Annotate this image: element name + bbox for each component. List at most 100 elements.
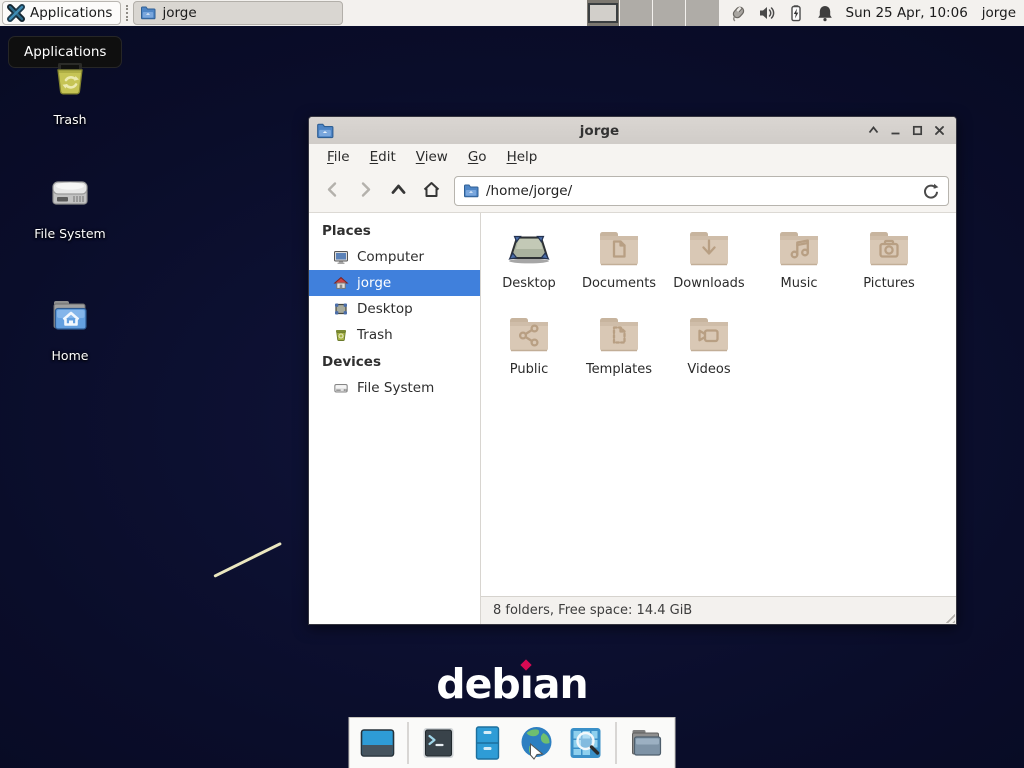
terminal-icon (420, 724, 458, 762)
file-view[interactable]: DesktopDocumentsDownloadsMusicPictures Pu… (481, 213, 956, 596)
music-folder-icon (775, 224, 823, 272)
window-folder-icon (316, 122, 334, 140)
applications-menu-button[interactable]: Applications (2, 1, 121, 25)
desktop-folder-icon (505, 224, 553, 272)
taskbar-window-button[interactable]: jorge (133, 1, 343, 25)
downloads-folder-icon (685, 224, 733, 272)
file-item-videos[interactable]: Videos (664, 306, 754, 392)
debian-logo: debıan (0, 660, 1024, 708)
sidebar-item-label: Desktop (357, 301, 413, 317)
file-cabinet-icon (469, 724, 507, 762)
sidebar-item-trash[interactable]: Trash (309, 322, 480, 348)
forward-button[interactable] (349, 176, 382, 206)
back-button[interactable] (316, 176, 349, 206)
file-item-music[interactable]: Music (754, 220, 844, 306)
file-item-desktop[interactable]: Desktop (484, 220, 574, 306)
app-finder-icon (567, 724, 605, 762)
window-body: PlacesComputerjorgeDesktopTrashDevicesFi… (309, 213, 956, 624)
file-item-pictures[interactable]: Pictures (844, 220, 934, 306)
file-manager-launcher[interactable] (469, 724, 507, 762)
desktop-icon-label: Trash (22, 112, 118, 127)
up-button[interactable] (382, 176, 415, 206)
menu-go[interactable]: Go (458, 145, 497, 169)
xfce-applications-icon (6, 3, 26, 23)
app-finder-launcher[interactable] (567, 724, 605, 762)
minimize-icon (889, 124, 902, 137)
desktop-icon-label: Home (22, 348, 118, 363)
minimize-button[interactable] (886, 122, 904, 140)
mouse-icon[interactable] (729, 4, 747, 22)
dock-separator (408, 722, 409, 764)
close-button[interactable] (930, 122, 948, 140)
status-bar: 8 folders, Free space: 14.4 GiB (481, 596, 956, 624)
file-item-downloads[interactable]: Downloads (664, 220, 754, 306)
folder-launcher[interactable] (628, 724, 666, 762)
maximize-icon (911, 124, 924, 137)
workspace-4[interactable] (685, 0, 718, 26)
menu-edit[interactable]: Edit (360, 145, 406, 169)
sidebar-item-computer[interactable]: Computer (309, 244, 480, 270)
window-titlebar[interactable]: jorge (309, 117, 956, 144)
sidebar-item-file-system[interactable]: File System (309, 375, 480, 401)
reload-icon[interactable] (922, 182, 940, 200)
workspace-3[interactable] (652, 0, 685, 26)
chevron-up-icon (389, 180, 408, 203)
desktop-settings-launcher[interactable] (359, 724, 397, 762)
path-folder-icon (463, 183, 479, 199)
file-item-documents[interactable]: Documents (574, 220, 664, 306)
menu-view[interactable]: View (406, 145, 458, 169)
file-manager-window: jorge FileEditViewGoHelp /home/jorge/ Pl… (308, 116, 957, 625)
menu-file[interactable]: File (317, 145, 360, 169)
desktop-icon-home[interactable]: Home (22, 292, 118, 363)
chevron-left-icon (323, 180, 342, 203)
sidebar-item-label: File System (357, 380, 434, 396)
window-title: jorge (339, 123, 860, 139)
close-icon (933, 124, 946, 137)
volume-icon[interactable] (758, 4, 776, 22)
sidebar-item-jorge[interactable]: jorge (309, 270, 480, 296)
terminal-launcher[interactable] (420, 724, 458, 762)
desktop-screen: Applications jorge Sun 25 Apr, 10:06 jor… (0, 0, 1024, 768)
debian-logo-red-diamond (521, 659, 532, 670)
taskbar-window-label: jorge (162, 5, 196, 21)
desktop-stray-line (213, 542, 282, 578)
desktop-icon-file-system[interactable]: File System (22, 170, 118, 241)
menu-help[interactable]: Help (497, 145, 548, 169)
home-folder-icon (46, 292, 94, 340)
drive-icon (333, 380, 349, 396)
desktop-icon-trash[interactable]: Trash (22, 56, 118, 127)
sidebar-item-label: Trash (357, 327, 393, 343)
sidebar-item-label: jorge (357, 275, 391, 291)
workspace-1[interactable] (587, 0, 619, 26)
home-icon (333, 275, 349, 291)
filesystem-drive-icon (46, 170, 94, 218)
file-item-label: Music (754, 276, 844, 291)
maximize-button[interactable] (908, 122, 926, 140)
workspace-window-preview (588, 3, 618, 23)
shade-button[interactable] (864, 122, 882, 140)
debian-logo-i: ı (520, 660, 533, 708)
web-browser-launcher[interactable] (518, 724, 556, 762)
path-bar[interactable]: /home/jorge/ (454, 176, 949, 206)
file-item-templates[interactable]: Templates (574, 306, 664, 392)
panel-user-label[interactable]: jorge (982, 5, 1016, 21)
sidebar-item-desktop[interactable]: Desktop (309, 296, 480, 322)
battery-charging-icon[interactable] (787, 4, 805, 22)
public-folder-icon (505, 310, 553, 358)
file-item-label: Downloads (664, 276, 754, 291)
trash-full-icon (46, 56, 94, 104)
user-folder-icon (628, 724, 666, 762)
notifications-bell-icon[interactable] (816, 4, 834, 22)
toolbar: /home/jorge/ (309, 170, 956, 213)
resize-grip[interactable] (942, 610, 955, 623)
path-input[interactable]: /home/jorge/ (486, 183, 915, 199)
sidebar-item-label: Computer (357, 249, 424, 265)
sidebar-header-devices: Devices (309, 348, 480, 375)
workspace-switcher[interactable] (587, 0, 719, 26)
workspace-2[interactable] (619, 0, 652, 26)
desktop-icon (333, 301, 349, 317)
panel-clock[interactable]: Sun 25 Apr, 10:06 (846, 5, 968, 21)
file-item-label: Public (484, 362, 574, 377)
file-item-public[interactable]: Public (484, 306, 574, 392)
home-button[interactable] (415, 176, 448, 206)
